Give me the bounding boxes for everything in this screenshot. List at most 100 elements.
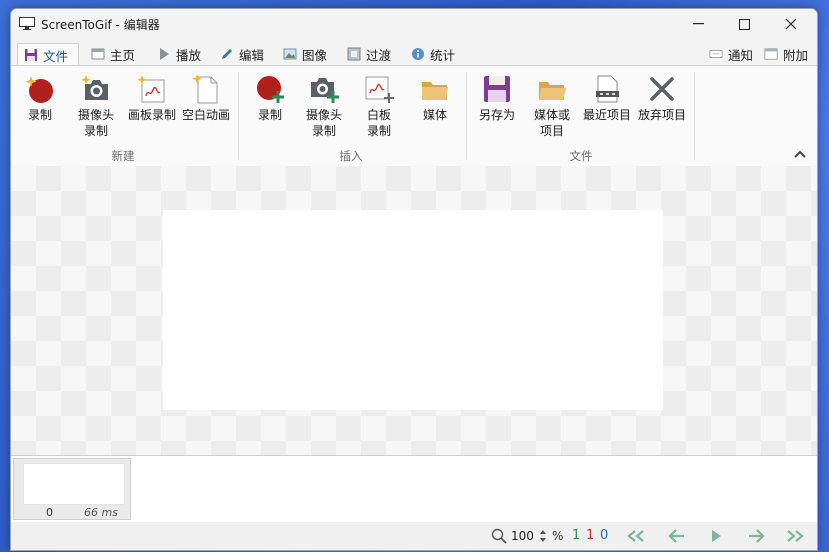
tab-home[interactable]: 主页 — [85, 43, 141, 65]
tab-label: 过渡 — [366, 47, 392, 63]
frame-timeline[interactable]: 0 66 ms — [11, 455, 817, 523]
insert-board-record-button[interactable]: 白板 录制 — [351, 74, 407, 139]
editor-window: ScreenToGif - 编辑器 文件 主页 播放 编辑 图像 过渡 统计 通… — [10, 8, 818, 551]
extras-label: 附加 — [783, 47, 809, 63]
record-insert-icon — [257, 76, 284, 103]
new-blank-animation-button[interactable]: 空白动画 — [178, 74, 234, 123]
screentogif-icon — [19, 17, 35, 30]
button-label: 媒体或 项目 — [533, 108, 570, 138]
save-icon — [25, 49, 37, 61]
notifications-label: 通知 — [728, 47, 754, 63]
blank-file-icon — [192, 74, 218, 104]
button-label: 录制 — [27, 108, 52, 122]
button-label: 媒体 — [422, 108, 447, 122]
status-bar: 100 % 1 1 0 — [11, 522, 817, 550]
title-bar: ScreenToGif - 编辑器 — [11, 9, 817, 39]
editor-canvas-area[interactable] — [11, 166, 817, 455]
tab-label: 图像 — [302, 47, 328, 63]
notification-icon — [709, 50, 723, 58]
frame-count-total: 1 — [572, 528, 581, 543]
group-separator — [238, 72, 239, 160]
button-label: 白板 录制 — [366, 108, 391, 138]
minimize-button[interactable] — [675, 9, 721, 39]
extras-button[interactable]: 附加 — [758, 43, 814, 65]
insert-media-button[interactable]: 媒体 — [407, 74, 463, 123]
ribbon-panel: 录制 摄像头 录制 画板录制 空白动画 新建 录制 摄像头 录制 白板 录制 媒… — [11, 65, 817, 167]
close-icon — [785, 18, 797, 30]
image-icon — [283, 48, 297, 60]
new-webcam-record-button[interactable]: 摄像头 录制 — [68, 74, 124, 139]
frame-number: 0 — [46, 506, 53, 519]
button-label: 摄像头 录制 — [77, 108, 114, 138]
first-frame-icon[interactable] — [625, 528, 647, 544]
frame-count-selected: 1 — [586, 528, 595, 543]
button-label: 放弃项目 — [637, 108, 686, 122]
next-frame-icon[interactable] — [745, 528, 767, 544]
frame-thumbnail-image — [23, 463, 125, 505]
discard-project-button[interactable]: 放弃项目 — [634, 74, 690, 123]
frame-delay: 66 ms — [84, 506, 118, 519]
transition-icon — [347, 47, 361, 61]
tab-file[interactable]: 文件 — [17, 43, 79, 66]
extras-icon — [764, 48, 778, 60]
button-label: 另存为 — [478, 108, 515, 122]
ribbon-tabs: 文件 主页 播放 编辑 图像 过渡 统计 通知 附加 — [11, 39, 817, 66]
collapse-ribbon-icon[interactable] — [793, 148, 807, 160]
tab-label: 播放 — [176, 47, 202, 63]
tab-statistics[interactable]: 统计 — [405, 43, 461, 65]
zoom-unit: % — [552, 529, 564, 543]
folder-open-icon — [539, 82, 566, 100]
group-separator — [694, 72, 695, 160]
notifications-button[interactable]: 通知 — [703, 43, 759, 65]
new-record-button[interactable]: 录制 — [12, 74, 68, 123]
frame-thumbnail[interactable]: 0 66 ms — [13, 458, 131, 520]
whiteboard-insert-icon — [365, 76, 394, 103]
load-media-project-button[interactable]: 媒体或 项目 — [524, 74, 580, 139]
group-label-insert: 插入 — [339, 149, 363, 163]
button-label: 最近项目 — [582, 108, 631, 122]
new-board-record-button[interactable]: 画板录制 — [124, 74, 180, 123]
tab-label: 编辑 — [239, 47, 265, 63]
info-icon — [412, 48, 424, 60]
record-icon — [25, 76, 53, 103]
tab-image[interactable]: 图像 — [277, 43, 333, 65]
current-frame-preview — [163, 210, 663, 410]
insert-record-button[interactable]: 录制 — [242, 74, 298, 123]
save-as-button[interactable]: 另存为 — [469, 74, 525, 123]
recent-projects-button[interactable]: 最近项目 — [579, 74, 635, 123]
minimize-icon — [692, 23, 704, 25]
camera-icon — [81, 75, 108, 100]
zoom-spinner-icon[interactable] — [539, 528, 547, 544]
button-label: 录制 — [257, 108, 282, 122]
play-icon — [160, 48, 169, 60]
tab-label: 统计 — [430, 47, 456, 63]
maximize-button[interactable] — [721, 9, 767, 39]
button-label: 画板录制 — [127, 108, 176, 122]
recent-file-icon — [596, 75, 619, 103]
tab-transitions[interactable]: 过渡 — [341, 43, 397, 65]
zoom-icon — [491, 528, 507, 544]
group-separator — [466, 72, 467, 160]
play-frames-icon[interactable] — [705, 528, 727, 544]
group-label-file: 文件 — [569, 149, 593, 163]
tab-playback[interactable]: 播放 — [151, 43, 207, 65]
zoom-input[interactable]: 100 — [511, 529, 534, 543]
home-icon — [91, 48, 105, 60]
tab-label: 文件 — [43, 48, 69, 64]
maximize-icon — [738, 18, 750, 30]
tab-label: 主页 — [110, 47, 136, 63]
button-label: 摄像头 录制 — [305, 108, 342, 138]
group-label-new: 新建 — [111, 149, 135, 163]
previous-frame-icon[interactable] — [666, 528, 688, 544]
pencil-icon — [222, 49, 232, 59]
last-frame-icon[interactable] — [784, 528, 806, 544]
save-as-icon — [484, 76, 510, 102]
tab-edit[interactable]: 编辑 — [214, 43, 270, 65]
frame-current-index: 0 — [600, 528, 609, 543]
insert-webcam-record-button[interactable]: 摄像头 录制 — [296, 74, 352, 139]
button-label: 空白动画 — [181, 108, 230, 122]
whiteboard-icon — [137, 75, 165, 103]
close-button[interactable] — [768, 9, 814, 39]
folder-icon — [422, 82, 448, 100]
window-title: ScreenToGif - 编辑器 — [41, 18, 160, 32]
